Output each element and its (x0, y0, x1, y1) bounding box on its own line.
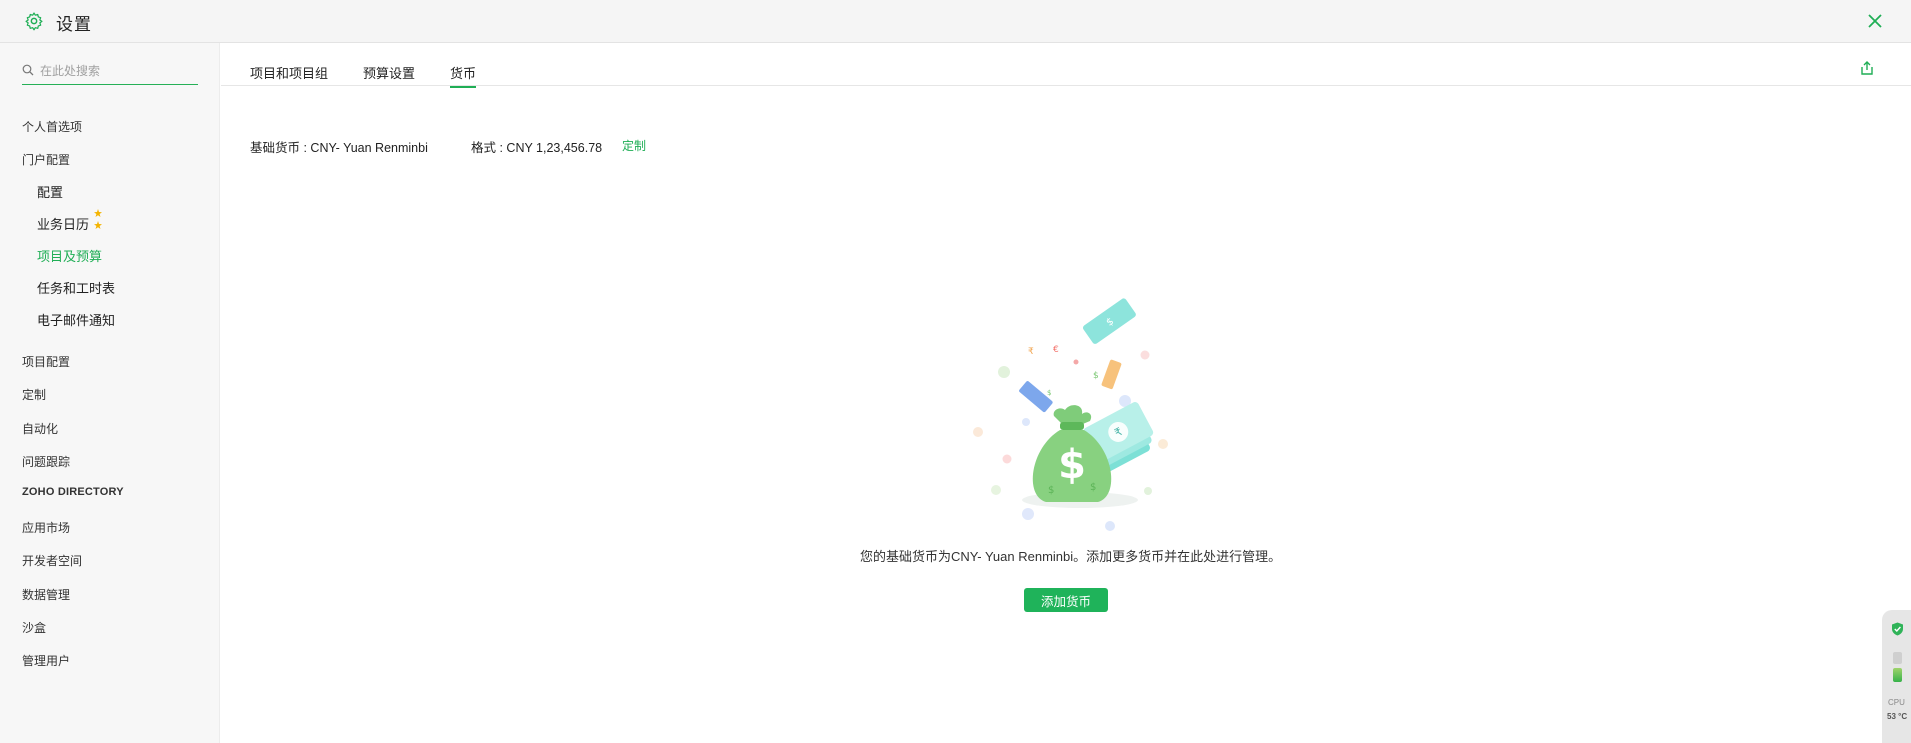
usage-bar-fill (1893, 668, 1902, 682)
temperature-readout: 53 °C (1887, 712, 1908, 721)
sidebar-item-sandbox[interactable]: 沙盒 (22, 619, 46, 636)
sidebar-item-project-config[interactable]: 项目配置 (22, 353, 70, 370)
add-currency-button[interactable]: 添加货币 (1024, 588, 1108, 612)
sidebar-item-data-management[interactable]: 数据管理 (22, 586, 70, 603)
gear-icon (25, 12, 43, 31)
shield-icon (1892, 622, 1903, 636)
search-icon (22, 64, 34, 76)
sidebar-item-automation[interactable]: 自动化 (22, 420, 58, 437)
sidebar-item-issue-tracking[interactable]: 问题跟踪 (22, 453, 70, 470)
svg-text:$: $ (1093, 371, 1099, 381)
sidebar-item-manage-users[interactable]: 管理用户 (22, 652, 70, 669)
settings-sidebar: 个人首选项 门户配置 配置 业务日历 项目及预算 任务和工时表 电子邮件通知 项… (0, 43, 220, 743)
svg-text:$: $ (1047, 389, 1051, 397)
settings-tabs: 项目和项目组 预算设置 货币 (221, 43, 1911, 88)
search-input[interactable] (40, 60, 190, 82)
svg-text:$: $ (1058, 442, 1086, 488)
svg-text:$: $ (1090, 482, 1096, 493)
page-title: 设置 (56, 15, 92, 34)
sidebar-item-personal-preferences[interactable]: 个人首选项 (22, 118, 82, 135)
star-icon (94, 209, 102, 229)
export-icon[interactable] (1859, 60, 1875, 76)
sidebar-item-portal-config[interactable]: 门户配置 (22, 151, 70, 168)
svg-text:₹: ₹ (1028, 347, 1034, 357)
sidebar-item-config[interactable]: 配置 (37, 182, 63, 201)
sidebar-item-marketplace[interactable]: 应用市场 (22, 519, 70, 536)
sidebar-item-tasks-timesheets[interactable]: 任务和工时表 (37, 278, 115, 297)
sidebar-item-zoho-directory[interactable]: ZOHO DIRECTORY (22, 486, 124, 498)
svg-text:$: $ (1048, 485, 1054, 496)
system-monitor-widget[interactable]: CPU 53 °C (1882, 610, 1911, 743)
money-bag-illustration: ₹ $ $ $ $ € $ $ ₹ (973, 298, 1168, 531)
tab-budget-settings[interactable]: 预算设置 (363, 63, 415, 82)
format-text: 格式 : CNY 1,23,456.78 (471, 141, 603, 155)
sidebar-item-customization[interactable]: 定制 (22, 386, 46, 403)
base-currency-text: 基础货币 : CNY- Yuan Renminbi (250, 141, 428, 155)
tab-projects-groups[interactable]: 项目和项目组 (250, 63, 328, 82)
close-icon[interactable] (1865, 11, 1885, 31)
sidebar-item-email-notifications[interactable]: 电子邮件通知 (37, 310, 115, 329)
usage-bar-empty (1893, 652, 1902, 664)
customize-link[interactable]: 定制 (622, 137, 646, 154)
empty-state-message: 您的基础货币为CNY- Yuan Renminbi。添加更多货币并在此处进行管理… (860, 549, 1282, 564)
svg-text:€: € (1053, 345, 1059, 355)
sidebar-item-projects-budget[interactable]: 项目及预算 (37, 246, 102, 265)
sidebar-item-business-calendar[interactable]: 业务日历 (37, 214, 89, 233)
sidebar-item-developer-space[interactable]: 开发者空间 (22, 552, 82, 569)
search-box[interactable] (22, 58, 198, 85)
settings-header: 设置 (0, 0, 1911, 43)
cpu-label: CPU (1888, 698, 1905, 707)
tab-currency[interactable]: 货币 (450, 63, 477, 88)
